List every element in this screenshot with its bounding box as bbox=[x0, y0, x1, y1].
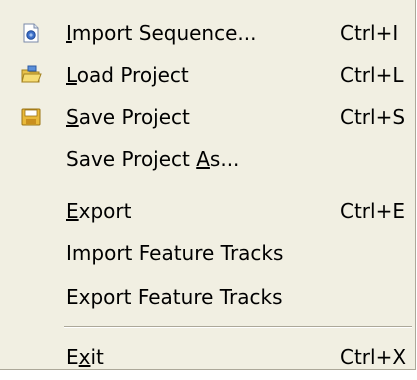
menu-item-export-feature-tracks[interactable]: Export Feature Tracks bbox=[0, 276, 414, 320]
menu-item-load-project[interactable]: Load Project Ctrl+L bbox=[0, 54, 414, 98]
menu-item-shortcut: Ctrl+L bbox=[340, 63, 404, 87]
open-folder-icon bbox=[20, 64, 42, 86]
menu-item-label: Save Project As... bbox=[66, 147, 240, 171]
menu-item-shortcut: Ctrl+X bbox=[340, 345, 407, 369]
menu-item-shortcut: Ctrl+E bbox=[340, 199, 405, 223]
menu-item-label: Exit bbox=[66, 345, 104, 369]
menu-item-label: Import Feature Tracks bbox=[66, 241, 284, 265]
menu-item-import-feature-tracks[interactable]: Import Feature Tracks bbox=[0, 232, 414, 276]
floppy-disk-icon bbox=[20, 106, 42, 128]
menu-separator bbox=[64, 326, 412, 328]
menu-item-label: Save Project bbox=[66, 105, 190, 129]
menu-item-label: Export Feature Tracks bbox=[66, 285, 283, 309]
file-menu: Import Sequence... Ctrl+I Load Project C… bbox=[0, 0, 416, 370]
menu-item-export[interactable]: Export Ctrl+E bbox=[0, 190, 414, 234]
menu-item-save-project-as[interactable]: Save Project As... bbox=[0, 138, 414, 182]
menu-item-label: Import Sequence... bbox=[66, 21, 257, 45]
import-sequence-icon bbox=[20, 22, 42, 44]
menu-item-exit[interactable]: Exit Ctrl+X bbox=[0, 336, 414, 380]
menu-item-label: Export bbox=[66, 199, 132, 223]
menu-item-shortcut: Ctrl+S bbox=[340, 105, 406, 129]
menu-item-shortcut: Ctrl+I bbox=[340, 21, 399, 45]
menu-item-save-project[interactable]: Save Project Ctrl+S bbox=[0, 96, 414, 140]
menu-item-import-sequence[interactable]: Import Sequence... Ctrl+I bbox=[0, 12, 414, 56]
menu-item-label: Load Project bbox=[66, 63, 189, 87]
